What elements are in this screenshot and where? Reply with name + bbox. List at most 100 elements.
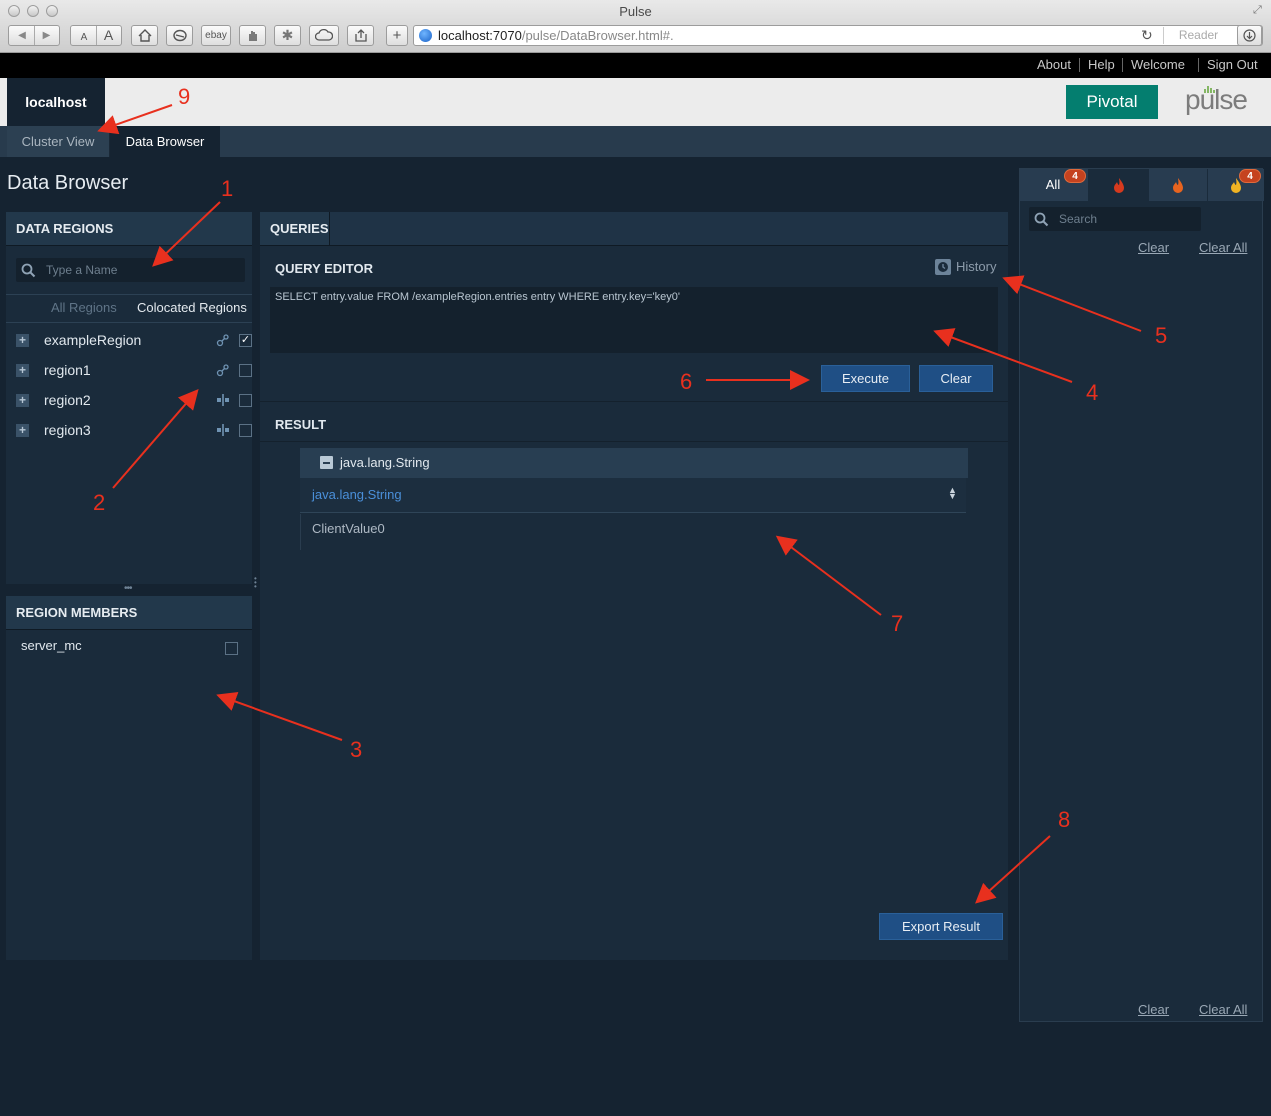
divider bbox=[1198, 58, 1199, 72]
tab-all-regions[interactable]: All Regions bbox=[51, 300, 117, 315]
alerts-tab-all[interactable]: All 4 bbox=[1020, 169, 1088, 201]
query-editor-textarea[interactable]: SELECT entry.value FROM /exampleRegion.e… bbox=[270, 287, 998, 353]
url-path: /pulse/DataBrowser.html#. bbox=[521, 28, 674, 43]
clear-all-alerts-link[interactable]: Clear All bbox=[1199, 240, 1247, 255]
region-checkbox[interactable]: ✓ bbox=[239, 334, 252, 347]
vertical-splitter-handle[interactable]: • • • bbox=[254, 575, 258, 591]
result-group-header[interactable]: java.lang.String bbox=[300, 448, 968, 478]
hand-button[interactable] bbox=[239, 25, 266, 46]
clear-all-alerts-link-bottom[interactable]: Clear All bbox=[1199, 1002, 1247, 1017]
replicated-icon bbox=[216, 334, 229, 347]
member-name[interactable]: server_mc bbox=[21, 638, 82, 653]
back-forward-buttons[interactable]: ◀ ▶ bbox=[8, 25, 60, 46]
tab-data-browser[interactable]: Data Browser bbox=[110, 126, 220, 157]
history-label[interactable]: History bbox=[956, 259, 996, 274]
region-checkbox[interactable] bbox=[239, 424, 252, 437]
queries-tab[interactable]: QUERIES bbox=[260, 212, 330, 246]
export-result-button[interactable]: Export Result bbox=[879, 913, 1003, 940]
fullscreen-icon[interactable]: ⤢ bbox=[1253, 4, 1265, 16]
divider bbox=[1122, 58, 1123, 72]
region-search bbox=[16, 258, 245, 282]
clear-alerts-link[interactable]: Clear bbox=[1138, 240, 1169, 255]
annotation-number: 3 bbox=[350, 737, 363, 762]
expand-icon[interactable]: + bbox=[16, 424, 29, 437]
app-header: localhost Pivotal pulse bbox=[0, 78, 1271, 126]
home-button[interactable] bbox=[131, 25, 158, 46]
partitioned-icon bbox=[217, 424, 229, 436]
ebay-button[interactable]: ebay bbox=[201, 25, 231, 46]
region-name[interactable]: region2 bbox=[44, 392, 91, 408]
alerts-tab-error[interactable] bbox=[1149, 169, 1207, 201]
globe-icon bbox=[419, 29, 432, 42]
sort-icon[interactable]: ▲ ▼ bbox=[948, 486, 957, 501]
reload-icon[interactable]: ↻ bbox=[1141, 27, 1153, 44]
region-item-region1[interactable]: + region1 bbox=[16, 360, 252, 382]
url-text[interactable]: localhost:7070/pulse/DataBrowser.html#. bbox=[438, 28, 674, 43]
share-button[interactable] bbox=[347, 25, 374, 46]
stack-icon bbox=[172, 29, 187, 42]
tab-cluster-view[interactable]: Cluster View bbox=[7, 126, 110, 157]
alerts-search-input[interactable] bbox=[1059, 207, 1197, 231]
reader-button[interactable]: Reader bbox=[1163, 27, 1233, 44]
snowflake-button[interactable]: ✱ bbox=[274, 25, 301, 46]
bookmarks-button[interactable] bbox=[166, 25, 193, 46]
about-link[interactable]: About bbox=[1037, 57, 1071, 72]
result-column-label[interactable]: java.lang.String bbox=[312, 487, 402, 502]
result-cell: ClientValue0 bbox=[312, 521, 385, 536]
alerts-tab-warning[interactable]: 4 bbox=[1208, 169, 1264, 201]
hand-icon bbox=[248, 31, 257, 41]
region-name[interactable]: region1 bbox=[44, 362, 91, 378]
font-size-buttons[interactable]: AA bbox=[70, 25, 122, 46]
welcome-link[interactable]: Welcome bbox=[1131, 57, 1185, 72]
member-checkbox[interactable] bbox=[225, 642, 238, 655]
downloads-button[interactable] bbox=[1237, 25, 1262, 46]
warning-count-badge: 4 bbox=[1239, 169, 1261, 183]
host-tab[interactable]: localhost bbox=[7, 78, 105, 126]
region-name[interactable]: region3 bbox=[44, 422, 91, 438]
annotation-number: 7 bbox=[891, 611, 904, 636]
clear-alerts-link-bottom[interactable]: Clear bbox=[1138, 1002, 1169, 1017]
font-smaller-button[interactable]: A bbox=[72, 28, 96, 47]
view-tabs: Cluster View Data Browser bbox=[0, 126, 1271, 157]
signout-link[interactable]: Sign Out bbox=[1207, 57, 1258, 72]
search-icon bbox=[1034, 212, 1049, 227]
annotation-number: 5 bbox=[1155, 323, 1168, 348]
partitioned-icon bbox=[217, 394, 229, 406]
page-title: Data Browser bbox=[7, 172, 129, 194]
region-item-exampleregion[interactable]: + exampleRegion ✓ bbox=[16, 330, 252, 352]
annotation-number: 9 bbox=[178, 84, 191, 109]
top-nav: About Help Welcome Sign Out bbox=[0, 53, 1271, 78]
expand-icon[interactable]: + bbox=[16, 364, 29, 377]
address-bar[interactable]: localhost:7070/pulse/DataBrowser.html#. … bbox=[413, 25, 1263, 46]
help-link[interactable]: Help bbox=[1088, 57, 1115, 72]
collapse-icon[interactable] bbox=[320, 456, 333, 469]
back-icon[interactable]: ◀ bbox=[10, 26, 34, 45]
expand-icon[interactable]: + bbox=[16, 394, 29, 407]
table-row[interactable]: ClientValue0 bbox=[300, 514, 968, 550]
replicated-icon bbox=[216, 364, 229, 377]
expand-icon[interactable]: + bbox=[16, 334, 29, 347]
horizontal-splitter-handle[interactable]: ••• bbox=[124, 583, 132, 594]
region-item-region3[interactable]: + region3 bbox=[16, 420, 252, 442]
annotation-number: 1 bbox=[221, 176, 234, 201]
execute-button[interactable]: Execute bbox=[821, 365, 910, 392]
cloud-button[interactable] bbox=[309, 25, 339, 46]
data-regions-title: DATA REGIONS bbox=[6, 212, 252, 246]
clock-icon bbox=[935, 259, 951, 275]
region-item-region2[interactable]: + region2 bbox=[16, 390, 252, 412]
font-larger-button[interactable]: A bbox=[96, 26, 120, 45]
region-checkbox[interactable] bbox=[239, 364, 252, 377]
forward-icon[interactable]: ▶ bbox=[34, 26, 58, 45]
result-column-header[interactable]: java.lang.String ▲ ▼ bbox=[300, 478, 966, 513]
alerts-panel: All 4 4 Clear Clear All Clear Clear All bbox=[1019, 168, 1264, 1022]
snowflake-icon: ✱ bbox=[281, 27, 294, 43]
pulse-logo: pulse bbox=[1185, 84, 1248, 116]
clear-query-button[interactable]: Clear bbox=[919, 365, 993, 392]
tab-colocated-regions[interactable]: Colocated Regions bbox=[137, 300, 247, 315]
alerts-tab-severe[interactable] bbox=[1089, 169, 1148, 201]
region-name[interactable]: exampleRegion bbox=[44, 332, 141, 348]
new-tab-button[interactable]: + bbox=[386, 25, 408, 46]
region-search-input[interactable] bbox=[46, 258, 241, 282]
url-host: localhost:7070 bbox=[438, 28, 522, 43]
region-checkbox[interactable] bbox=[239, 394, 252, 407]
